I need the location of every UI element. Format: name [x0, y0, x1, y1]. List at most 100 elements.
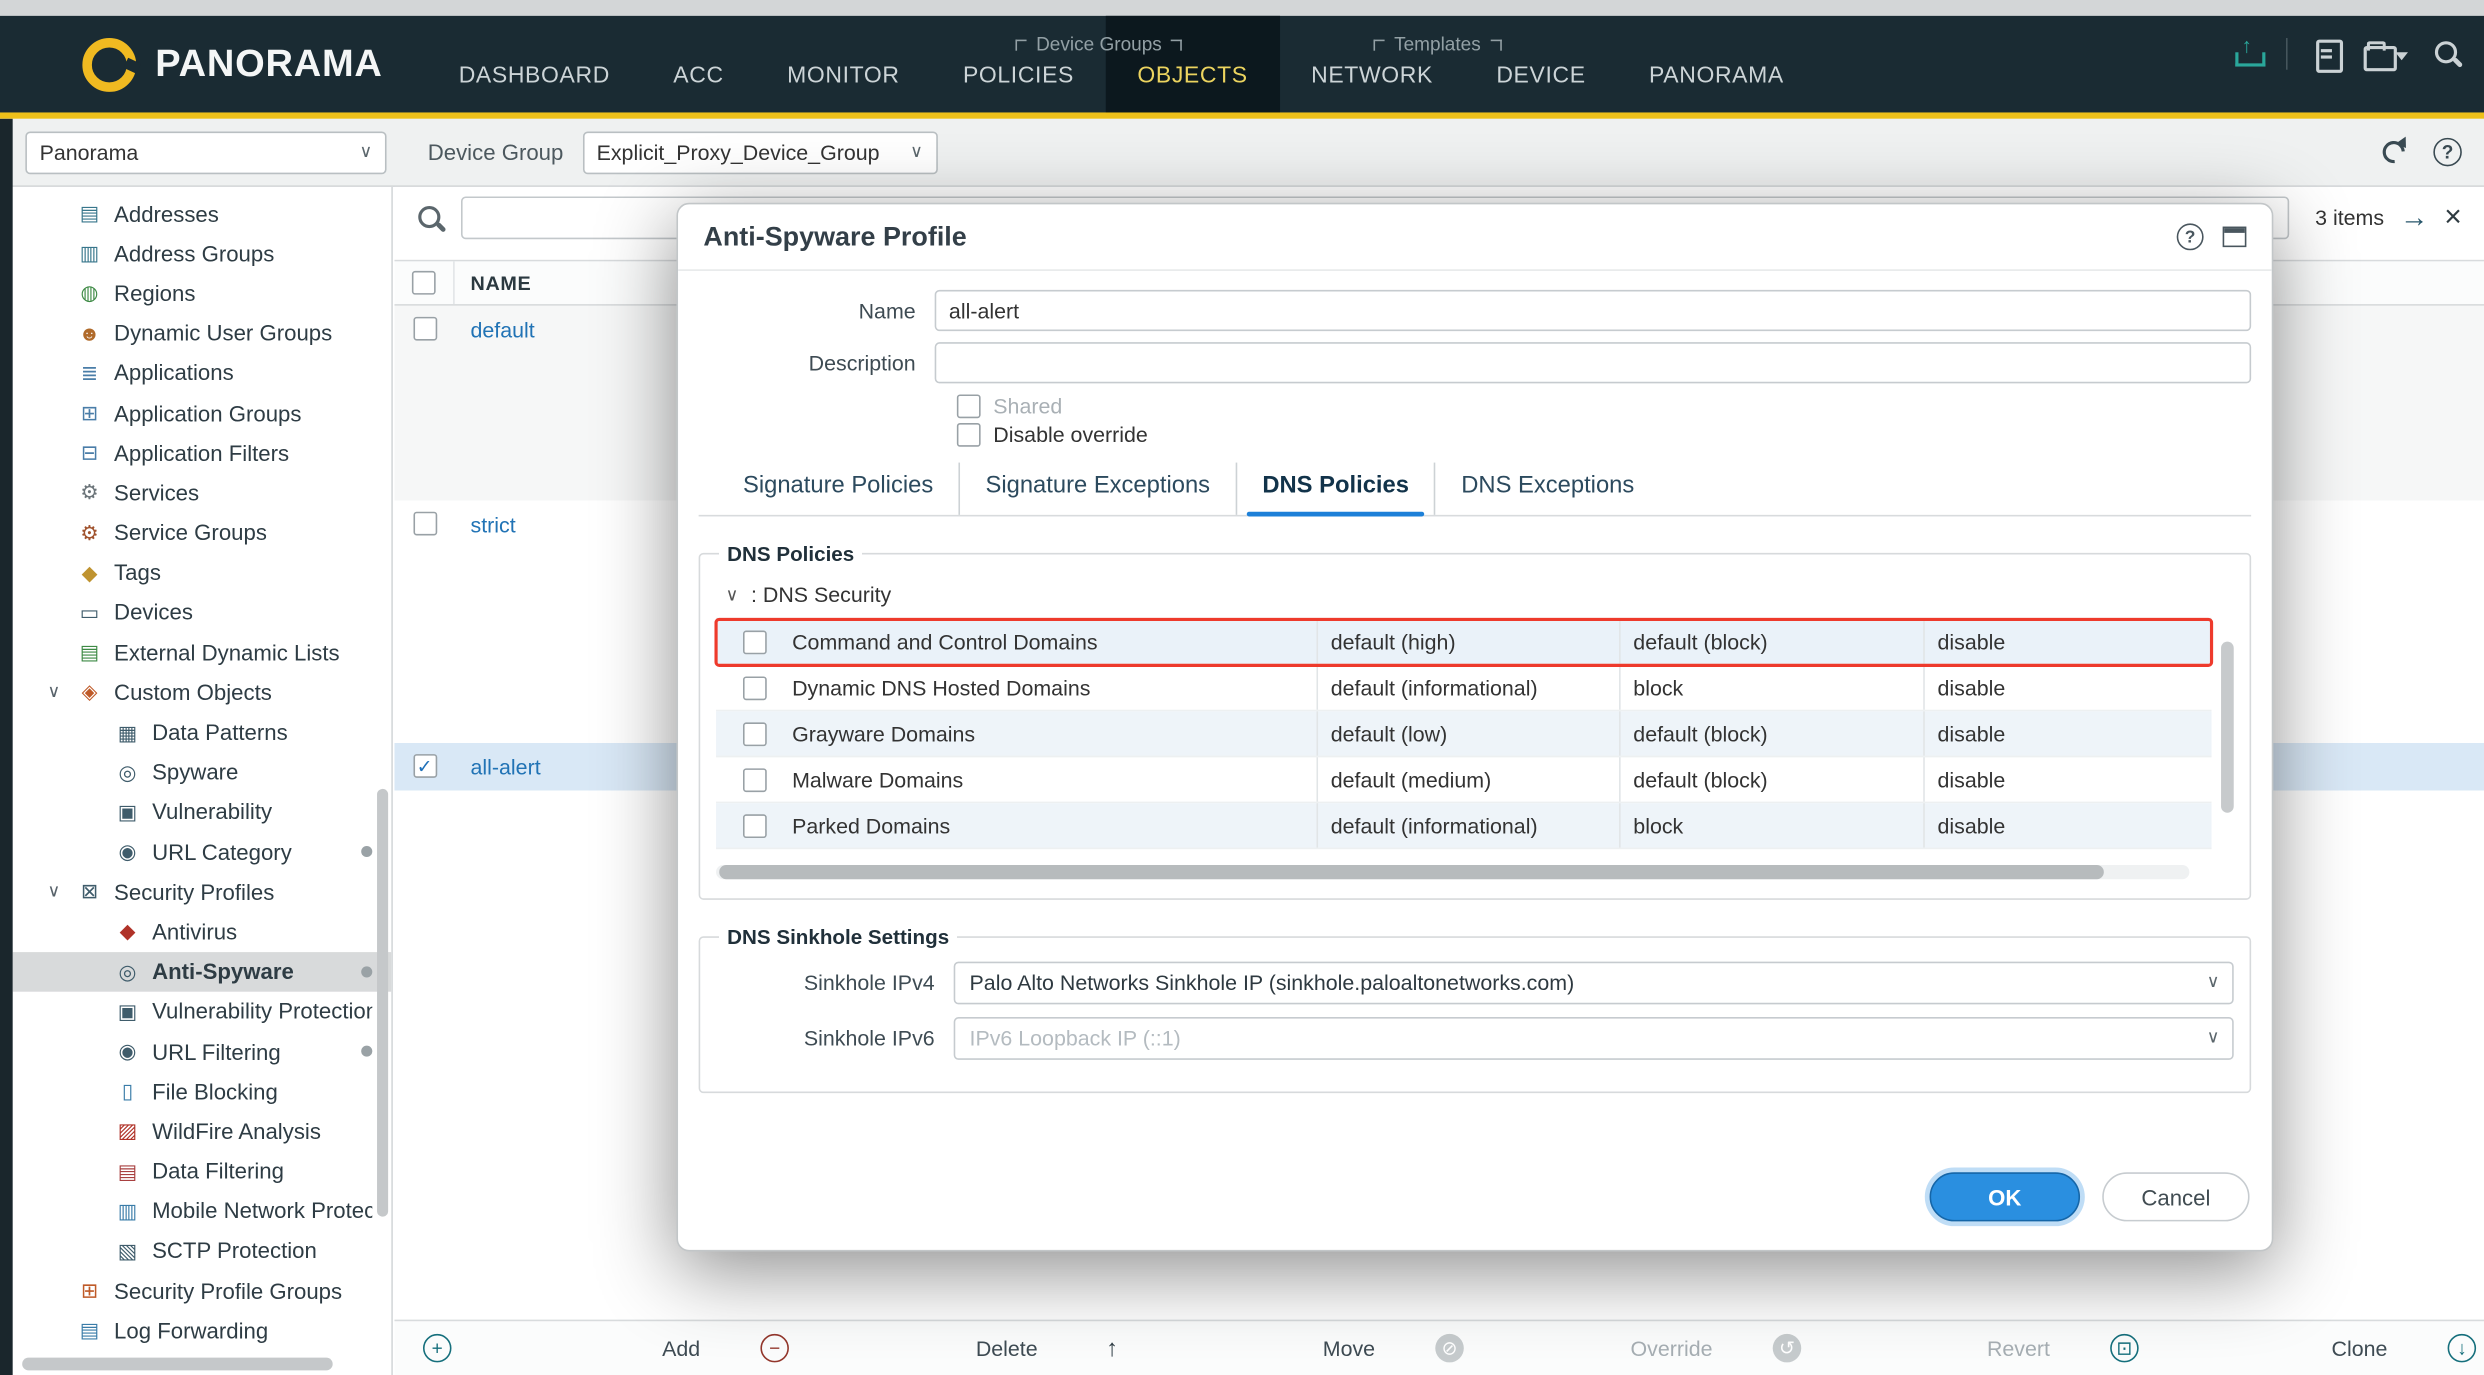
nav-tab[interactable]: DEVICE — [1465, 16, 1618, 113]
dns-policy-row[interactable]: Grayware Domains default (low) default (… — [716, 711, 2212, 758]
sidebar-item[interactable]: Addresses — [13, 193, 392, 233]
dns-table-vertical-scrollbar[interactable] — [2221, 641, 2234, 813]
dns-policy-action[interactable]: default (block) — [1619, 711, 1923, 756]
dialog-tab[interactable]: DNS Exceptions — [1434, 462, 1659, 515]
dns-row-checkbox[interactable] — [742, 675, 766, 700]
dns-log-severity[interactable]: default (medium) — [1316, 757, 1619, 802]
cancel-button[interactable]: Cancel — [2102, 1172, 2250, 1222]
nav-tab[interactable]: PANORAMA — [1617, 16, 1815, 113]
sidebar-item[interactable]: Vulnerability — [13, 792, 392, 832]
disable-override-checkbox[interactable] — [956, 422, 981, 447]
sinkhole-ipv4-select[interactable]: Palo Alto Networks Sinkhole IP (sinkhole… — [953, 961, 2234, 1005]
clear-filter-icon[interactable]: × — [2444, 202, 2462, 232]
expand-caret-icon[interactable] — [48, 682, 77, 703]
dns-policy-action[interactable]: block — [1619, 803, 1923, 848]
help-icon[interactable] — [2433, 137, 2462, 167]
dialog-tab[interactable]: Signature Policies — [718, 463, 959, 515]
toolbar-action[interactable]: Override — [1435, 1333, 1731, 1363]
dns-packet-capture[interactable]: disable — [1923, 665, 2211, 710]
sidebar-item[interactable]: URL Filtering — [13, 1031, 392, 1071]
expand-caret-icon[interactable] — [48, 881, 77, 902]
sidebar-item[interactable]: Service Groups — [13, 512, 392, 552]
dns-row-checkbox[interactable] — [742, 629, 766, 654]
sidebar-item[interactable]: WildFire Analysis — [13, 1111, 392, 1151]
nav-tab[interactable]: MONITOR — [755, 16, 931, 113]
sidebar-item[interactable]: Custom Objects — [13, 672, 392, 712]
window-icon[interactable] — [2222, 226, 2247, 248]
sidebar-item[interactable]: Services — [13, 473, 392, 513]
toolbar-action[interactable]: Clone — [2110, 1333, 2406, 1363]
ok-button[interactable]: OK — [1929, 1172, 2081, 1222]
sidebar-item[interactable]: URL Category — [13, 832, 392, 872]
dns-row-checkbox[interactable] — [742, 721, 766, 746]
dns-policy-row[interactable]: Command and Control Domains default (hig… — [714, 617, 2214, 667]
toolbar-action[interactable]: Revert — [1772, 1333, 2069, 1363]
name-field[interactable] — [934, 289, 2252, 332]
search-icon[interactable] — [2430, 38, 2462, 70]
context-select[interactable]: Panorama ∨ — [25, 130, 387, 174]
sidebar-item[interactable]: Log Forwarding — [13, 1311, 392, 1351]
nav-tab[interactable]: DASHBOARD — [427, 16, 642, 113]
dns-packet-capture[interactable]: disable — [1923, 619, 2211, 664]
sidebar-item[interactable]: Application Filters — [13, 433, 392, 473]
sidebar-item[interactable]: Application Groups — [13, 393, 392, 433]
sidebar-item[interactable]: Security Profiles — [13, 872, 392, 912]
dns-policy-row[interactable]: Dynamic DNS Hosted Domains default (info… — [716, 665, 2212, 712]
refresh-icon[interactable] — [2379, 138, 2408, 167]
shared-checkbox[interactable] — [956, 394, 981, 419]
dns-log-severity[interactable]: default (informational) — [1316, 803, 1619, 848]
sidebar-item[interactable]: Antivirus — [13, 912, 392, 952]
dns-log-severity[interactable]: default (low) — [1316, 711, 1619, 756]
dns-table-horizontal-scrollbar[interactable] — [719, 864, 2104, 880]
dns-log-severity[interactable]: default (high) — [1316, 619, 1619, 664]
dns-policy-row[interactable]: Parked Domains default (informational) b… — [716, 803, 2212, 850]
nav-tab[interactable]: ACC — [642, 16, 756, 113]
sidebar-item[interactable]: Mobile Network Protect — [13, 1191, 392, 1231]
dialog-tab[interactable]: DNS Policies — [1235, 462, 1434, 517]
sidebar-item[interactable]: External Dynamic Lists — [13, 632, 392, 672]
tasks-icon[interactable] — [2310, 38, 2344, 73]
sidebar-item[interactable]: Vulnerability Protection — [13, 991, 392, 1031]
sidebar-item[interactable]: Anti-Spyware — [12, 951, 392, 992]
toolbar-action[interactable]: Move — [1098, 1334, 1394, 1363]
commit-push-icon[interactable] — [2232, 33, 2266, 70]
sidebar-horizontal-scrollbar[interactable] — [22, 1357, 333, 1371]
dialog-tab[interactable]: Signature Exceptions — [958, 462, 1236, 515]
sidebar-item[interactable]: Regions — [13, 273, 392, 313]
description-field[interactable] — [934, 342, 2252, 384]
toolbar-action[interactable]: Delete — [760, 1333, 1056, 1363]
sinkhole-ipv6-select[interactable]: IPv6 Loopback IP (::1) ∨ — [953, 1017, 2234, 1060]
dns-row-checkbox[interactable] — [742, 767, 766, 792]
dns-policy-action[interactable]: default (block) — [1619, 757, 1923, 802]
sidebar-vertical-scrollbar[interactable] — [377, 788, 389, 1217]
sidebar-item[interactable]: Devices — [13, 592, 392, 632]
profile-name-link[interactable]: default — [455, 306, 535, 342]
device-group-select[interactable]: Explicit_Proxy_Device_Group ∨ — [582, 130, 938, 174]
dns-packet-capture[interactable]: disable — [1923, 711, 2211, 756]
sidebar-item[interactable]: Tags — [13, 552, 392, 592]
row-checkbox[interactable] — [412, 511, 437, 536]
nav-tab[interactable]: OBJECTS — [1105, 15, 1280, 113]
sidebar-item[interactable]: SCTP Protection — [13, 1231, 392, 1271]
sidebar-item[interactable]: Dynamic User Groups — [13, 313, 392, 353]
sidebar-item[interactable]: File Blocking — [13, 1071, 392, 1111]
sidebar-item[interactable]: Data Patterns — [13, 712, 392, 752]
dns-security-group-row[interactable]: ∨ : DNS Security — [716, 572, 2212, 620]
sidebar-item[interactable]: Security Profile Groups — [13, 1271, 392, 1311]
next-page-arrow-icon[interactable]: → — [2400, 203, 2429, 232]
dns-log-severity[interactable]: default (informational) — [1316, 665, 1619, 710]
profile-name-link[interactable]: strict — [455, 501, 516, 537]
sidebar-item[interactable]: Spyware — [13, 752, 392, 792]
toolbar-action[interactable]: PDF/CSV — [2447, 1333, 2484, 1363]
help-icon[interactable] — [2176, 223, 2204, 251]
commit-menu-icon[interactable] — [2363, 38, 2408, 72]
sidebar-item[interactable]: Address Groups — [13, 233, 392, 273]
nav-tab[interactable]: POLICIES — [931, 16, 1105, 113]
row-checkbox[interactable] — [412, 316, 437, 341]
select-all-checkbox[interactable] — [411, 270, 436, 295]
sidebar-item[interactable]: Data Filtering — [13, 1151, 392, 1191]
dns-packet-capture[interactable]: disable — [1923, 803, 2211, 848]
row-checkbox[interactable] — [412, 754, 437, 778]
sidebar-item[interactable]: Applications — [13, 353, 392, 393]
nav-tab[interactable]: NETWORK — [1279, 16, 1464, 113]
